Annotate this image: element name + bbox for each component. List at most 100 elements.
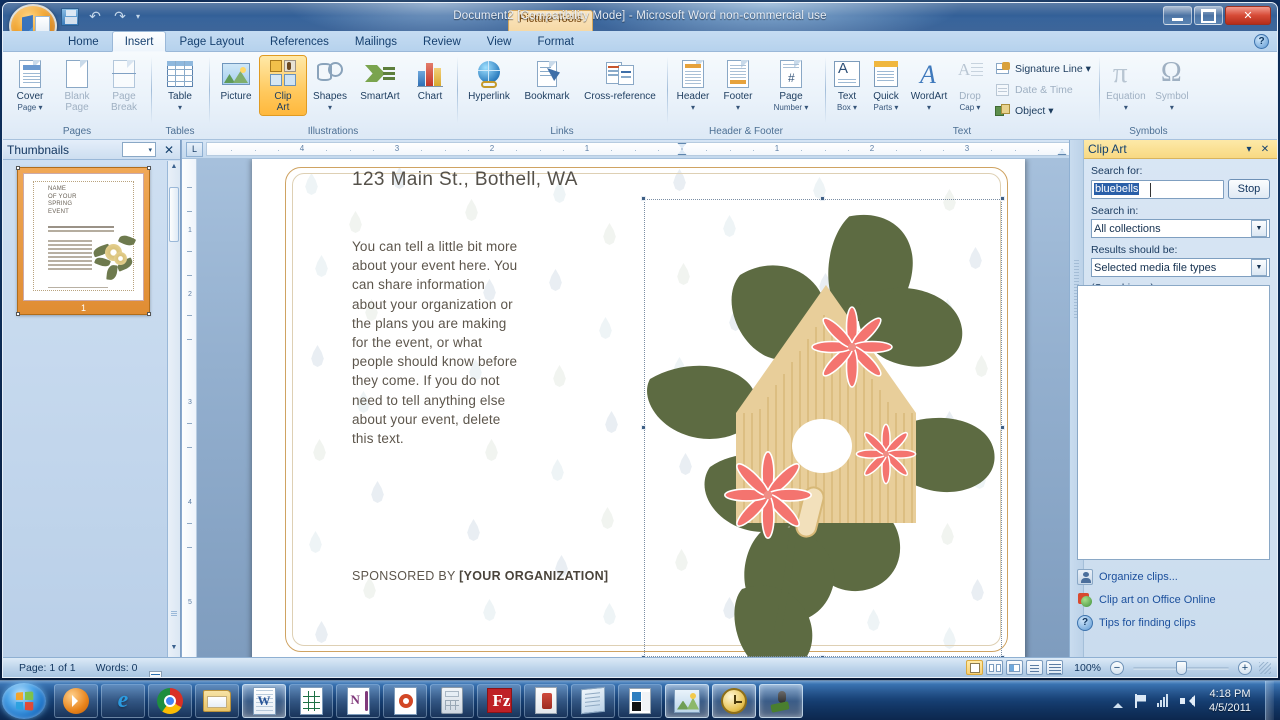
horizontal-ruler[interactable]: L 4 3 2 1 1 2 3	[182, 140, 1216, 159]
selected-picture[interactable]	[641, 196, 1005, 660]
taskbar-internet-explorer[interactable]: e	[101, 683, 145, 718]
action-center-icon[interactable]	[1133, 693, 1149, 709]
taskbar-image-editor[interactable]	[618, 683, 662, 718]
task-pane-close-icon[interactable]: ✕	[1257, 144, 1273, 155]
tab-insert[interactable]: Insert	[111, 31, 167, 52]
task-pane-menu-icon[interactable]: ▾	[1241, 144, 1257, 155]
start-button[interactable]	[2, 682, 46, 719]
search-input[interactable]: bluebells	[1091, 179, 1224, 199]
symbol-button[interactable]: Ω Symbol ▾	[1150, 56, 1194, 115]
tab-view[interactable]: View	[474, 31, 525, 52]
page-indicator[interactable]: Page: 1 of 1	[9, 662, 86, 674]
resize-handle-nw[interactable]	[641, 196, 646, 201]
taskbar-paint-window[interactable]	[665, 683, 709, 718]
tab-review[interactable]: Review	[410, 31, 474, 52]
tab-references[interactable]: References	[257, 31, 342, 52]
chevron-down-icon-2[interactable]: ▼	[1251, 259, 1267, 276]
thumbnails-scroll-up-icon[interactable]: ▲	[168, 163, 180, 177]
search-in-dropdown[interactable]: All collections ▼	[1091, 219, 1270, 238]
outline-view-button[interactable]	[1026, 660, 1044, 675]
clip-art-results-area[interactable]	[1077, 285, 1270, 560]
zoom-slider[interactable]	[1133, 660, 1229, 676]
web-layout-view-button[interactable]	[1006, 660, 1024, 675]
blank-page-button[interactable]: Blank Page	[54, 56, 100, 115]
document-body-text[interactable]: You can tell a little bit more about you…	[352, 237, 522, 448]
taskbar-google-chrome[interactable]	[148, 683, 192, 718]
word-count[interactable]: Words: 0	[86, 662, 148, 674]
hyperlink-button[interactable]: Hyperlink	[461, 56, 517, 104]
picture-button[interactable]: Picture	[213, 56, 259, 104]
clock[interactable]: 4:18 PM 4/5/2011	[1202, 687, 1258, 715]
resize-handle-w[interactable]	[641, 425, 646, 430]
resize-handle-n[interactable]	[820, 196, 825, 201]
resize-handle-e[interactable]	[1000, 425, 1005, 430]
zoom-slider-knob[interactable]	[1176, 660, 1187, 675]
table-button[interactable]: Table ▾	[155, 56, 205, 115]
resize-grip[interactable]	[1259, 661, 1271, 674]
thumbnails-scroll-down-icon[interactable]: ▼	[168, 644, 180, 658]
thumbnails-scroll-thumb[interactable]	[169, 187, 179, 242]
document-canvas[interactable]: 123 Main St., Bothell, WA You can tell a…	[197, 159, 1216, 660]
chart-button[interactable]: Chart	[407, 56, 453, 104]
vertical-ruler[interactable]: 1 2 3 4 5	[182, 159, 197, 660]
zoom-level[interactable]: 100%	[1066, 662, 1107, 674]
taskbar-microsoft-word[interactable]: W	[242, 683, 286, 718]
chevron-down-icon[interactable]: ▼	[1251, 220, 1267, 237]
first-line-indent-marker[interactable]	[677, 143, 687, 149]
zoom-out-button[interactable]: −	[1110, 660, 1124, 675]
tab-stop-selector[interactable]: L	[186, 141, 203, 157]
bookmark-button[interactable]: Bookmark	[518, 56, 576, 104]
tab-format[interactable]: Format	[524, 31, 586, 52]
text-box-button[interactable]: A Text Box ▾	[829, 56, 865, 115]
show-hidden-icons-icon[interactable]	[1110, 693, 1126, 709]
page-break-button[interactable]: Page Break	[101, 56, 147, 115]
footer-button[interactable]: Footer ▾	[716, 56, 760, 115]
signature-line-button[interactable]: Signature Line ▾	[991, 59, 1095, 79]
full-screen-reading-view-button[interactable]	[986, 660, 1004, 675]
tips-link[interactable]: ? Tips for finding clips	[1077, 615, 1270, 631]
document-page[interactable]: 123 Main St., Bothell, WA You can tell a…	[252, 159, 1025, 660]
taskbar-clock-window[interactable]	[712, 683, 756, 718]
cover-page-button[interactable]: Cover Page ▾	[7, 56, 53, 115]
thumbnails-dropdown[interactable]: ▾	[122, 142, 156, 157]
cross-reference-button[interactable]: Cross-reference	[577, 56, 663, 104]
equation-button[interactable]: π Equation ▾	[1103, 56, 1149, 115]
resize-handle-ne[interactable]	[1000, 196, 1005, 201]
help-icon[interactable]: ?	[1254, 34, 1269, 49]
taskbar-notepad[interactable]	[571, 683, 615, 718]
quick-parts-button[interactable]: Quick Parts ▾	[866, 56, 906, 115]
show-desktop-button[interactable]	[1265, 680, 1274, 720]
date-time-button[interactable]: Date & Time	[991, 80, 1095, 100]
tab-mailings[interactable]: Mailings	[342, 31, 410, 52]
taskbar-windows-media-player[interactable]	[54, 683, 98, 718]
shapes-button[interactable]: Shapes ▾	[307, 56, 353, 115]
right-indent-marker[interactable]	[1057, 149, 1067, 155]
minimize-button[interactable]	[1163, 6, 1192, 25]
taskbar-adobe-reader[interactable]	[524, 683, 568, 718]
network-icon[interactable]	[1156, 693, 1172, 709]
page-number-button[interactable]: # Page Number ▾	[761, 56, 821, 115]
thumbnail-page-1[interactable]: NAME OF YOUR SPRING EVENT 1	[16, 166, 151, 316]
ruler-strip[interactable]: 4 3 2 1 1 2 3	[206, 142, 1212, 156]
clip-art-button[interactable]: Clip Art	[259, 55, 307, 116]
document-address-line[interactable]: 123 Main St., Bothell, WA	[352, 169, 578, 191]
maximize-button[interactable]	[1194, 6, 1223, 25]
taskbar-microsoft-onenote[interactable]: N	[336, 683, 380, 718]
draft-view-button[interactable]	[1046, 660, 1064, 675]
tab-home[interactable]: Home	[55, 31, 112, 52]
print-layout-view-button[interactable]	[966, 660, 984, 675]
wordart-button[interactable]: A WordArt ▾	[907, 56, 951, 115]
taskbar-calculator[interactable]	[430, 683, 474, 718]
header-button[interactable]: Header ▾	[671, 56, 715, 115]
volume-icon[interactable]	[1179, 693, 1195, 709]
taskbar-windows-explorer[interactable]	[195, 683, 239, 718]
stop-button[interactable]: Stop	[1228, 179, 1270, 199]
taskbar-audio-window[interactable]	[759, 683, 803, 718]
taskbar-microsoft-excel[interactable]	[289, 683, 333, 718]
zoom-in-button[interactable]: +	[1238, 660, 1252, 675]
drop-cap-button[interactable]: A Drop Cap ▾	[952, 56, 988, 115]
document-sponsor-line[interactable]: SPONSORED BY [YOUR ORGANIZATION]	[352, 569, 608, 583]
office-online-link[interactable]: Clip art on Office Online	[1077, 592, 1270, 608]
organize-clips-link[interactable]: Organize clips...	[1077, 569, 1270, 585]
tab-page-layout[interactable]: Page Layout	[166, 31, 257, 52]
